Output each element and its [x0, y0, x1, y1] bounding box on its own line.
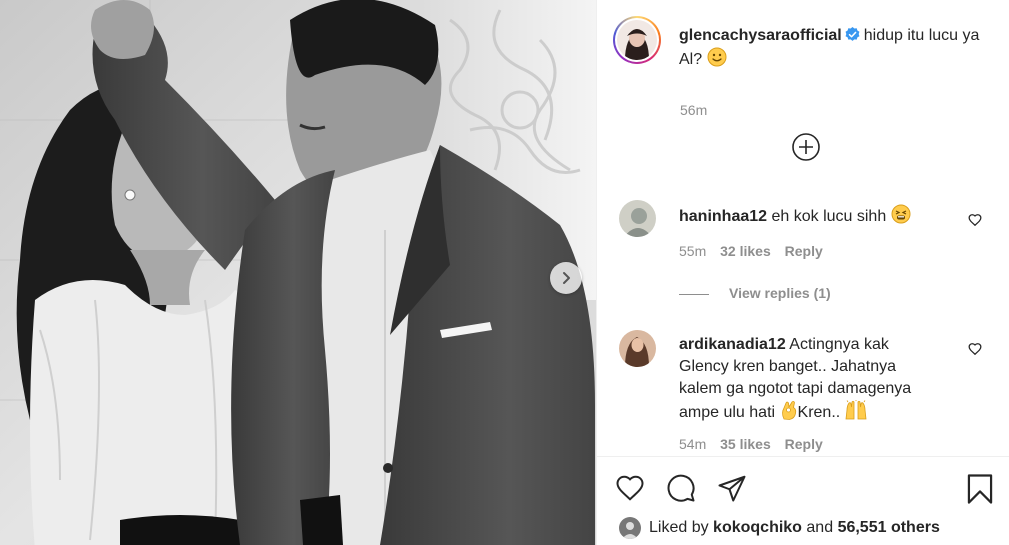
- heart-icon[interactable]: [968, 342, 982, 356]
- post-image: [0, 0, 596, 545]
- comment-icon[interactable]: [666, 473, 696, 503]
- liker-username[interactable]: kokoqchiko: [713, 519, 802, 537]
- comment-time[interactable]: 55m: [679, 243, 706, 259]
- heart-icon[interactable]: [615, 473, 645, 503]
- tired-face-icon: [891, 204, 911, 224]
- next-image-button[interactable]: [550, 262, 582, 294]
- load-more-comments-button[interactable]: [790, 131, 822, 163]
- bookmark-icon[interactable]: [965, 473, 995, 505]
- author-username[interactable]: glencachysaraofficial: [679, 27, 842, 44]
- avatar-inner: [615, 18, 659, 62]
- commenter-username[interactable]: haninhaa12: [679, 208, 767, 225]
- raising-hands-icon: [845, 400, 867, 420]
- next-arrow-icon: [563, 272, 570, 284]
- comment-likes[interactable]: 32 likes: [720, 243, 771, 259]
- liked-by-summary: Liked by kokoqchiko and 56,551 others: [619, 517, 940, 539]
- comment-meta: 55m 32 likes Reply: [679, 243, 833, 259]
- commenter-avatar[interactable]: [619, 200, 656, 237]
- reply-button[interactable]: Reply: [785, 436, 823, 452]
- post-details-panel: glencachysaraofficial hidup itu lucu ya …: [596, 0, 1009, 545]
- slightly-smiling-face-icon: [707, 47, 727, 67]
- comment-text-tail: Kren..: [797, 404, 841, 421]
- action-bar: Liked by kokoqchiko and 56,551 others: [597, 456, 1009, 545]
- liked-by-prefix: Liked by: [649, 519, 709, 536]
- comment-body: haninhaa12 eh kok lucu sihh: [679, 204, 959, 228]
- caption-text-block: glencachysaraofficial hidup itu lucu ya …: [679, 24, 999, 71]
- comment-time[interactable]: 54m: [679, 436, 706, 452]
- post-photo: [0, 0, 596, 545]
- add-icon: [792, 133, 820, 161]
- comment-likes[interactable]: 35 likes: [720, 436, 771, 452]
- ok-hand-icon: [781, 400, 796, 420]
- comment-item: ardikanadia12 Actingnya kak Glency kren …: [619, 330, 1009, 452]
- liker-avatar[interactable]: [619, 517, 641, 539]
- comment-text: eh kok lucu sihh: [771, 208, 887, 225]
- verified-icon: [845, 27, 860, 41]
- commenter-username[interactable]: ardikanadia12: [679, 336, 786, 353]
- comment-meta: 54m 35 likes Reply: [679, 436, 833, 452]
- commenter-avatar[interactable]: [619, 330, 656, 367]
- reply-button[interactable]: Reply: [785, 243, 823, 259]
- heart-icon[interactable]: [968, 213, 982, 227]
- liked-by-joiner: and: [806, 519, 834, 536]
- view-replies-label: View replies (1): [729, 285, 831, 301]
- likes-count[interactable]: 56,551 others: [838, 519, 940, 537]
- view-replies-button[interactable]: View replies (1): [679, 285, 831, 301]
- comment-body: ardikanadia12 Actingnya kak Glency kren …: [679, 334, 939, 424]
- caption-timestamp[interactable]: 56m: [680, 102, 707, 118]
- comment-item: haninhaa12 eh kok lucu sihh 55m 32 likes…: [619, 200, 1009, 270]
- share-icon[interactable]: [717, 473, 747, 503]
- author-avatar[interactable]: [613, 16, 661, 64]
- replies-divider: [679, 293, 709, 295]
- avatar-image: [617, 20, 657, 60]
